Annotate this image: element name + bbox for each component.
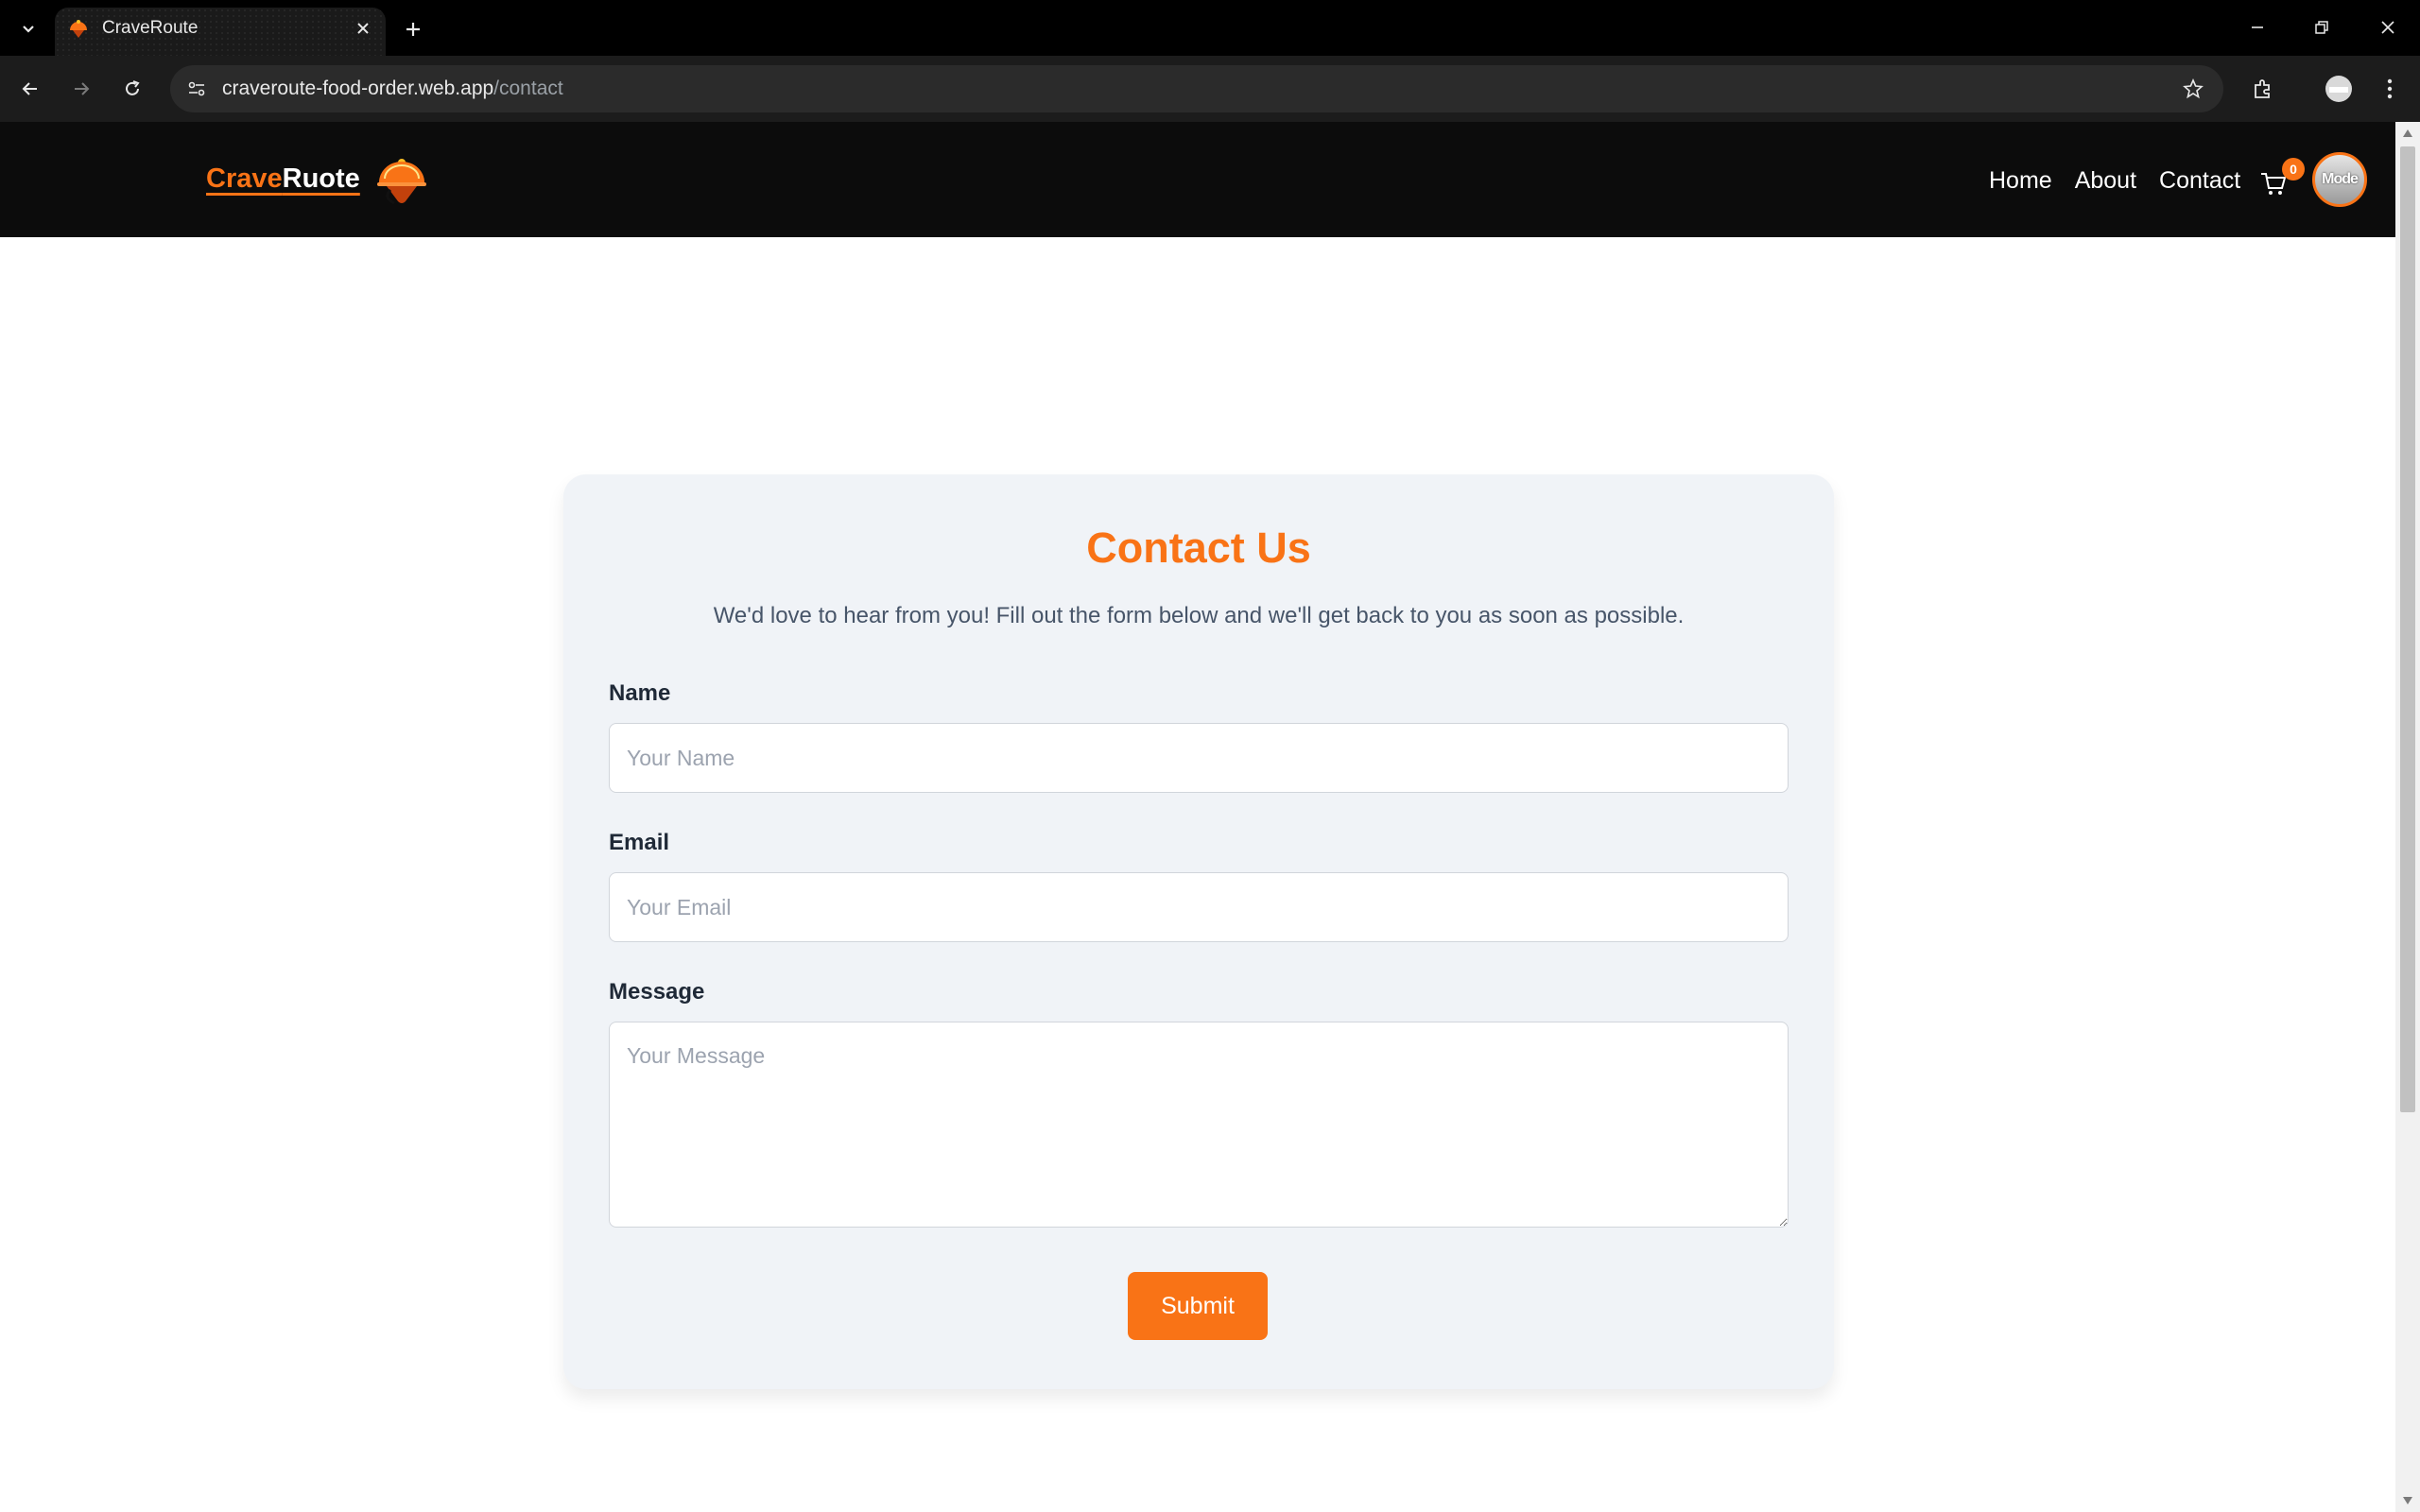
tab-list-icon[interactable]	[13, 13, 43, 43]
minimize-icon[interactable]	[2237, 11, 2278, 43]
scroll-up-arrow-icon[interactable]	[2403, 129, 2412, 137]
favicon-icon	[68, 19, 89, 40]
page-scrollbar[interactable]	[2395, 122, 2420, 1512]
page-title: Contact Us	[1086, 524, 1311, 572]
browser-toolbar: craveroute-food-order.web.app/contact	[0, 56, 2420, 122]
name-label: Name	[609, 680, 671, 706]
brand-part-2: Ruote	[282, 163, 360, 194]
url-text[interactable]: craveroute-food-order.web.app/contact	[222, 77, 563, 100]
nav-link-about[interactable]: About	[2075, 167, 2136, 195]
close-icon[interactable]	[350, 15, 376, 42]
cloche-logo-icon	[373, 152, 430, 209]
url-path: /contact	[493, 77, 563, 99]
extensions-icon[interactable]	[2246, 72, 2280, 106]
address-bar[interactable]: craveroute-food-order.web.app/contact	[170, 65, 2223, 112]
cart-count-badge: 0	[2282, 158, 2305, 180]
star-icon[interactable]	[2178, 74, 2208, 104]
message-textarea[interactable]	[609, 1022, 1789, 1228]
restore-icon[interactable]	[2301, 11, 2342, 43]
nav-links: Home About Contact	[1989, 167, 2240, 195]
plus-icon[interactable]	[397, 13, 429, 45]
site-info-icon[interactable]	[182, 74, 212, 104]
avatar-text: Mode	[2322, 171, 2359, 187]
forward-icon[interactable]	[64, 72, 98, 106]
window-close-icon[interactable]	[2367, 11, 2409, 43]
contact-card: Contact Us We'd love to hear from you! F…	[563, 474, 1834, 1389]
submit-button[interactable]: Submit	[1128, 1272, 1268, 1340]
message-label: Message	[609, 979, 705, 1005]
scroll-thumb[interactable]	[2400, 146, 2415, 1112]
site-navbar: CraveRuote Home About Contact 0 Mode	[0, 122, 2395, 237]
page-subtitle: We'd love to hear from you! Fill out the…	[713, 603, 1685, 628]
more-icon[interactable]	[2373, 72, 2407, 106]
user-avatar[interactable]: Mode	[2312, 152, 2367, 207]
email-label: Email	[609, 830, 670, 855]
email-input[interactable]	[609, 872, 1789, 942]
page-viewport: CraveRuote Home About Contact 0 Mode Con…	[0, 122, 2395, 1512]
scroll-down-arrow-icon[interactable]	[2403, 1497, 2412, 1504]
brand-part-1: Crave	[206, 163, 283, 194]
nav-link-contact[interactable]: Contact	[2159, 167, 2240, 195]
tab-title: CraveRoute	[102, 18, 199, 38]
brand-logo-text[interactable]: CraveRuote	[206, 163, 360, 195]
name-input[interactable]	[609, 723, 1789, 793]
profile-icon[interactable]	[2322, 72, 2356, 106]
nav-link-home[interactable]: Home	[1989, 167, 2052, 195]
url-domain: craveroute-food-order.web.app	[222, 77, 494, 99]
back-icon[interactable]	[13, 72, 47, 106]
browser-tab-bar: CraveRoute	[0, 0, 2420, 56]
reload-icon[interactable]	[115, 72, 149, 106]
